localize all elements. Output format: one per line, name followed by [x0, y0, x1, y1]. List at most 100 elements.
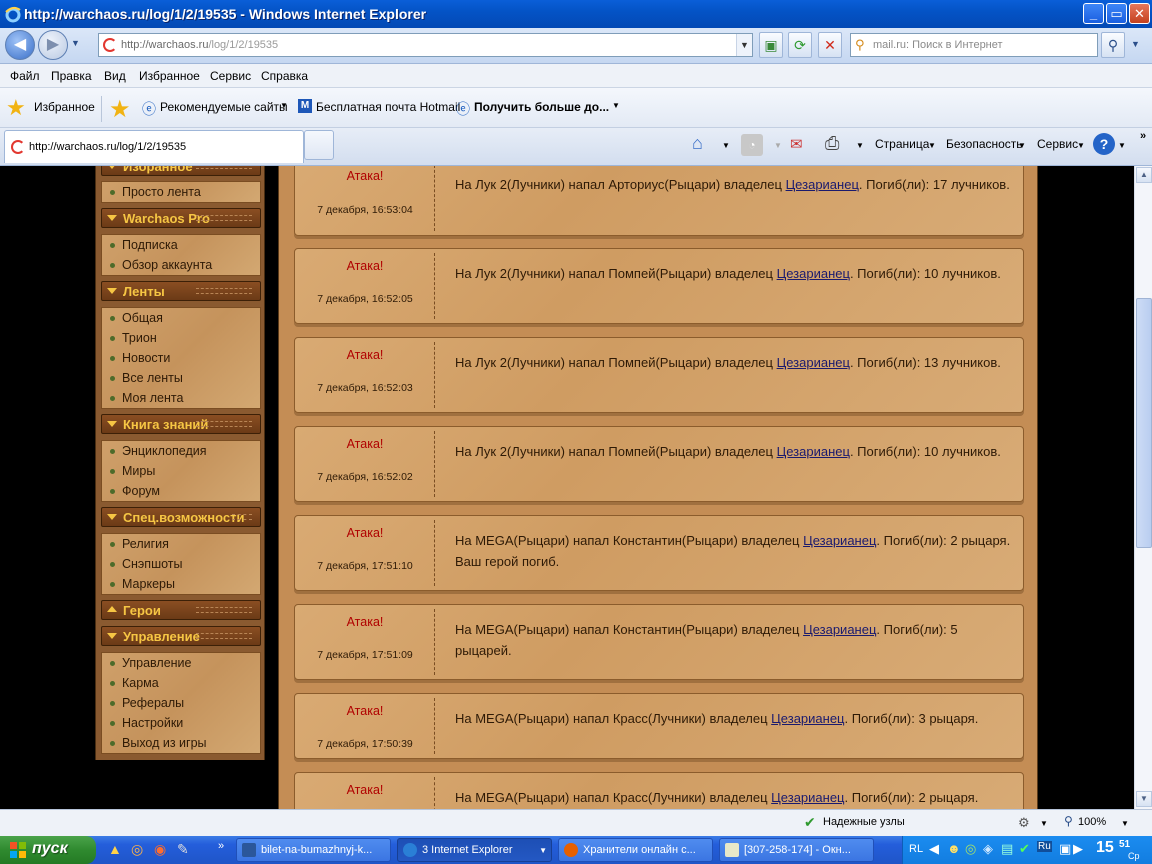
- zoom-dropdown-icon[interactable]: ▼: [1121, 819, 1129, 828]
- favorites-link-suggested[interactable]: Рекомендуемые сайты: [160, 100, 288, 114]
- zoom-level[interactable]: 100%: [1078, 816, 1106, 828]
- entry-type: Атака!: [346, 437, 384, 451]
- tray-app-icon[interactable]: ▤: [1001, 841, 1013, 857]
- entry-time: 7 декабря, 17:50:39: [317, 738, 413, 750]
- tray-media-icon[interactable]: ▶: [1073, 841, 1083, 857]
- quicklaunch-icon[interactable]: ◎: [131, 841, 143, 858]
- back-button[interactable]: ◀: [5, 30, 35, 60]
- suggested-dropdown-icon[interactable]: ▼: [280, 101, 288, 110]
- tray-collapse-icon[interactable]: ◀: [929, 841, 939, 857]
- site-favicon-icon: [11, 140, 25, 154]
- quicklaunch-icon[interactable]: ✎: [177, 841, 189, 858]
- minimize-button[interactable]: _: [1083, 3, 1104, 24]
- maximize-button[interactable]: ▭: [1106, 3, 1127, 24]
- sidebar-section-heroes[interactable]: Герои: [101, 600, 261, 620]
- tray-app-icon[interactable]: ◎: [965, 841, 976, 857]
- owner-link[interactable]: Цезарианец: [803, 533, 876, 548]
- taskbar-button-word[interactable]: bilet-na-bumazhnyj-k...: [236, 838, 391, 862]
- print-dropdown-icon[interactable]: ▼: [856, 141, 864, 150]
- tray-app-icon[interactable]: ▣: [1059, 841, 1071, 857]
- clock-minute[interactable]: 51: [1119, 839, 1130, 850]
- protected-mode-icon[interactable]: ⚙: [1018, 815, 1030, 831]
- favorites-link-hotmail[interactable]: Бесплатная почта Hotmail: [316, 100, 460, 114]
- new-tab-button[interactable]: [304, 130, 334, 160]
- owner-link[interactable]: Цезарианец: [777, 355, 850, 370]
- sidebar-section-favorites[interactable]: Избранное: [101, 166, 261, 176]
- ornament-icon: [196, 633, 252, 639]
- start-button[interactable]: пуск: [0, 836, 96, 864]
- refresh-button[interactable]: ⟳: [788, 32, 812, 58]
- bullet-icon: [110, 562, 115, 567]
- tray-lang-ru-icon[interactable]: Ru: [1037, 841, 1052, 852]
- feed-dropdown-icon[interactable]: ▼: [774, 141, 782, 150]
- taskbar-button-firefox[interactable]: Хранители онлайн с...: [558, 838, 713, 862]
- scroll-down-button[interactable]: ▼: [1136, 791, 1152, 807]
- add-to-favorites-icon[interactable]: ★: [109, 95, 131, 124]
- owner-link[interactable]: Цезарианец: [786, 177, 859, 192]
- clock-hour[interactable]: 15: [1096, 839, 1114, 857]
- vertical-scrollbar[interactable]: ▲ ▼: [1134, 166, 1152, 809]
- home-icon[interactable]: ⌂: [692, 133, 703, 154]
- forward-button[interactable]: ▶: [38, 30, 68, 60]
- recent-pages-dropdown[interactable]: ▼: [71, 38, 80, 48]
- tray-app-icon[interactable]: ☻: [947, 841, 961, 856]
- favorites-link-more[interactable]: Получить больше до...: [474, 100, 609, 114]
- security-zone[interactable]: Надежные узлы: [823, 816, 905, 828]
- owner-link[interactable]: Цезарианец: [777, 444, 850, 459]
- search-options-dropdown[interactable]: ▼: [1131, 39, 1140, 49]
- protected-mode-dropdown-icon[interactable]: ▼: [1040, 819, 1048, 828]
- search-button[interactable]: ⚲: [1101, 32, 1125, 58]
- address-bar[interactable]: http://warchaos.ru/log/1/2/19535 ▼: [98, 33, 753, 57]
- rss-feed-icon[interactable]: ◔: [741, 134, 763, 156]
- close-button[interactable]: ✕: [1129, 3, 1150, 24]
- print-icon[interactable]: ⎙: [825, 133, 839, 154]
- sidebar-box-special: Религия Снэпшоты Маркеры: [101, 533, 261, 595]
- entry-message: На MEGA(Рыцари) напал Константин(Рыцари)…: [455, 533, 1011, 569]
- page-menu[interactable]: Страница: [875, 137, 929, 151]
- help-icon[interactable]: ?: [1093, 133, 1115, 155]
- bullet-icon: [110, 701, 115, 706]
- taskbar-button-ie[interactable]: 3 Internet Explorer ▼: [397, 838, 552, 862]
- tray-check-icon[interactable]: ✔: [1019, 841, 1030, 857]
- owner-link[interactable]: Цезарианец: [803, 622, 876, 637]
- read-mail-icon[interactable]: ✉: [790, 135, 803, 153]
- search-input[interactable]: ⚲ mail.ru: Поиск в Интернет: [850, 33, 1098, 57]
- help-dropdown-icon[interactable]: ▼: [1118, 141, 1126, 150]
- sidebar-section-warchaos-pro[interactable]: Warchaos Pro: [101, 208, 261, 228]
- address-dropdown-button[interactable]: ▼: [736, 34, 752, 56]
- scroll-thumb[interactable]: [1136, 298, 1152, 548]
- sidebar-section-knowledge-book[interactable]: Книга знаний: [101, 414, 261, 434]
- taskbar-button-window[interactable]: [307-258-174] - Окн...: [719, 838, 874, 862]
- menu-tools[interactable]: Сервис: [210, 69, 251, 83]
- tools-menu[interactable]: Сервис: [1037, 137, 1078, 151]
- menu-file[interactable]: Файл: [10, 69, 40, 83]
- tab-current[interactable]: http://warchaos.ru/log/1/2/19535: [4, 130, 304, 163]
- sidebar-section-feeds[interactable]: Ленты: [101, 281, 261, 301]
- owner-link[interactable]: Цезарианец: [771, 790, 844, 805]
- favorites-button[interactable]: Избранное: [34, 100, 95, 114]
- language-indicator[interactable]: RL: [909, 843, 923, 855]
- more-dropdown-icon[interactable]: ▼: [612, 101, 620, 110]
- menu-favorites[interactable]: Избранное: [139, 69, 200, 83]
- menu-edit[interactable]: Правка: [51, 69, 92, 83]
- quicklaunch-icon[interactable]: ▲: [108, 841, 122, 857]
- tray-app-icon[interactable]: ◈: [983, 841, 993, 857]
- toolbar-overflow-icon[interactable]: »: [1140, 130, 1146, 142]
- safety-menu[interactable]: Безопасность: [946, 137, 1023, 151]
- compatibility-view-icon[interactable]: ▣: [759, 32, 783, 58]
- owner-link[interactable]: Цезарианец: [777, 266, 850, 281]
- sidebar-section-management[interactable]: Управление: [101, 626, 261, 646]
- owner-link[interactable]: Цезарианец: [771, 711, 844, 726]
- stop-button[interactable]: ✕: [818, 32, 842, 58]
- bullet-icon: [110, 336, 115, 341]
- menu-view[interactable]: Вид: [104, 69, 126, 83]
- sidebar-section-special[interactable]: Спец.возможности: [101, 507, 261, 527]
- quicklaunch-icon[interactable]: ◉: [154, 841, 166, 858]
- menu-help[interactable]: Справка: [261, 69, 308, 83]
- home-dropdown-icon[interactable]: ▼: [722, 141, 730, 150]
- quicklaunch-expand-icon[interactable]: »: [218, 840, 224, 852]
- scroll-up-button[interactable]: ▲: [1136, 167, 1152, 183]
- sidebar-box-warchaos-pro: Подписка Обзор аккаунта: [101, 234, 261, 276]
- zoom-icon: ⚲: [1064, 814, 1073, 828]
- entry-type: Атака!: [346, 169, 384, 183]
